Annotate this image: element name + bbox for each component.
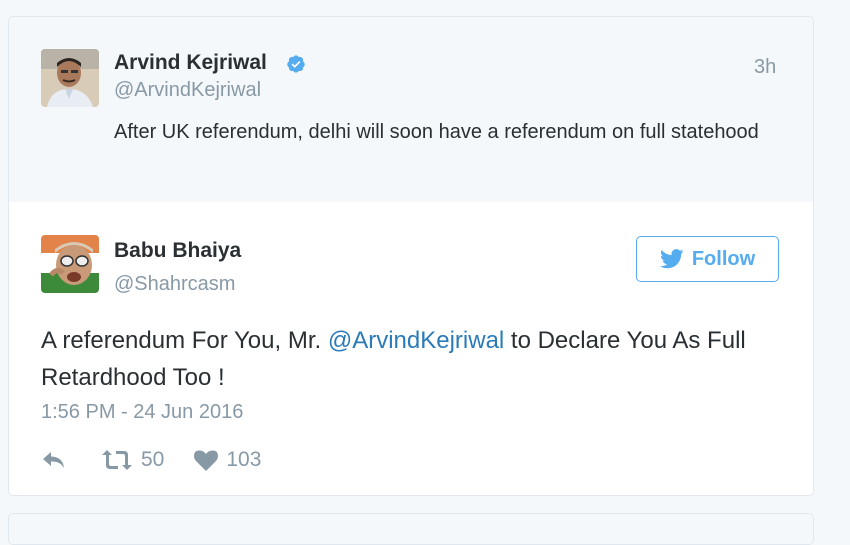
verified-badge-icon: [287, 55, 305, 73]
retweet-button[interactable]: 50: [101, 448, 164, 472]
author-name[interactable]: Babu Bhaiya: [114, 239, 241, 263]
retweet-count: 50: [141, 448, 165, 471]
parent-tweet-time[interactable]: 3h: [754, 56, 776, 79]
mention-link[interactable]: @ArvindKejriwal: [328, 327, 504, 354]
embedded-tweet-card: Arvind Kejriwal @ArvindKejriwal 3h After…: [8, 16, 814, 496]
retweet-icon: [102, 450, 132, 470]
author-handle[interactable]: @Shahrcasm: [114, 273, 235, 296]
tweet-actions: 50 103: [41, 445, 291, 475]
twitter-bird-icon: [659, 249, 684, 269]
parent-tweet[interactable]: Arvind Kejriwal @ArvindKejriwal 3h After…: [9, 17, 813, 202]
follow-label: Follow: [691, 247, 756, 270]
next-tweet-card: [8, 513, 814, 545]
follow-button[interactable]: Follow: [636, 236, 779, 282]
parent-author-avatar[interactable]: [41, 49, 99, 107]
tweet-text: A referendum For You, Mr. @ArvindKejriwa…: [41, 322, 801, 396]
parent-tweet-text: After UK referendum, delhi will soon hav…: [114, 121, 759, 143]
parent-author-name[interactable]: Arvind Kejriwal: [114, 51, 267, 75]
parent-author-handle[interactable]: @ArvindKejriwal: [114, 79, 261, 102]
heart-icon: [194, 450, 219, 471]
like-count: 103: [226, 448, 262, 471]
tweet-timestamp[interactable]: 1:56 PM - 24 Jun 2016: [41, 401, 243, 424]
author-avatar[interactable]: [41, 235, 99, 293]
like-button[interactable]: 103: [194, 448, 261, 472]
tweet-text-part: A referendum For You, Mr.: [41, 327, 328, 354]
reply-button[interactable]: [41, 450, 67, 470]
reply-icon: [43, 452, 64, 468]
